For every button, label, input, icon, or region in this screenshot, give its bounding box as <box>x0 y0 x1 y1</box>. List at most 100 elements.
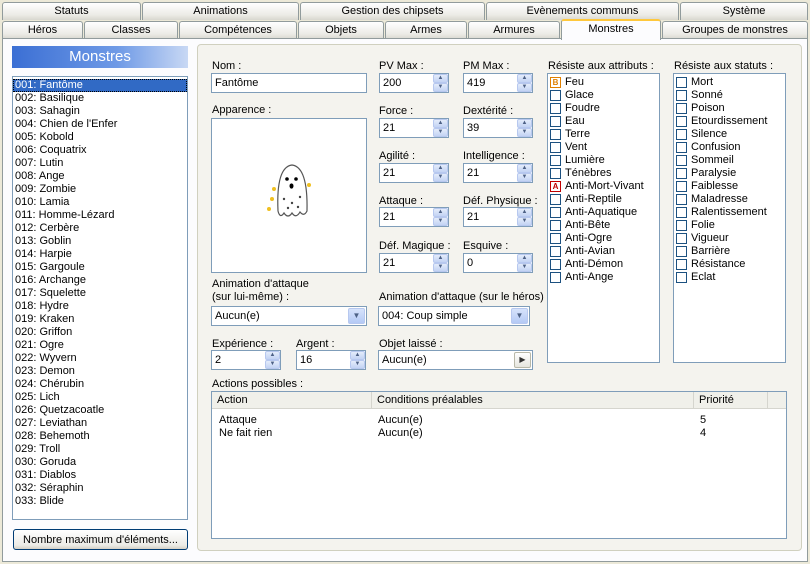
checkbox-icon[interactable] <box>676 194 687 205</box>
checkbox-icon[interactable] <box>676 90 687 101</box>
money-spinner[interactable]: 16 ▲ ▼ <box>296 350 366 370</box>
attributes-checklist[interactable]: B Feu Glace Foudre Eau Terre Vent Lumière Ténèbr… <box>547 73 660 363</box>
spin-up-icon[interactable]: ▲ <box>433 74 448 83</box>
list-item[interactable]: 002: Basilique <box>13 92 187 105</box>
attribute-item[interactable]: B Feu <box>548 76 659 89</box>
checkbox-icon[interactable] <box>676 116 687 127</box>
actions-table[interactable]: Action Conditions préalables Priorité At… <box>211 391 787 539</box>
spin-up-icon[interactable]: ▲ <box>517 164 532 173</box>
spin-up-icon[interactable]: ▲ <box>350 351 365 360</box>
attack-spinner[interactable]: 21 ▲ ▼ <box>379 207 449 227</box>
checkbox-icon[interactable] <box>676 272 687 283</box>
attribute-item[interactable]: Foudre <box>548 102 659 115</box>
chevron-down-icon[interactable]: ▼ <box>511 308 528 324</box>
spin-down-icon[interactable]: ▼ <box>265 360 280 369</box>
evasion-spinner[interactable]: 0 ▲ ▼ <box>463 253 533 273</box>
checkbox-icon[interactable] <box>676 142 687 153</box>
spin-up-icon[interactable]: ▲ <box>265 351 280 360</box>
list-item[interactable]: 025: Lich <box>13 391 187 404</box>
chevron-right-icon[interactable]: ▶ <box>514 352 531 368</box>
status-item[interactable]: Sonné <box>674 89 785 102</box>
list-item[interactable]: 031: Diablos <box>13 469 187 482</box>
list-item[interactable]: 032: Séraphin <box>13 482 187 495</box>
checkbox-icon[interactable] <box>550 116 561 127</box>
checkbox-icon[interactable] <box>550 194 561 205</box>
attribute-item[interactable]: Anti-Aquatique <box>548 206 659 219</box>
attribute-item[interactable]: Vent <box>548 141 659 154</box>
list-item[interactable]: 023: Demon <box>13 365 187 378</box>
status-item[interactable]: Sommeil <box>674 154 785 167</box>
list-item[interactable]: 009: Zombie <box>13 183 187 196</box>
spin-down-icon[interactable]: ▼ <box>517 128 532 137</box>
tab-heros[interactable]: Héros <box>2 21 83 39</box>
anim-self-dropdown[interactable]: Aucun(e) ▼ <box>211 306 367 326</box>
checkbox-icon[interactable] <box>676 259 687 270</box>
status-item[interactable]: Silence <box>674 128 785 141</box>
list-item[interactable]: 019: Kraken <box>13 313 187 326</box>
spin-down-icon[interactable]: ▼ <box>433 217 448 226</box>
spin-up-icon[interactable]: ▲ <box>433 119 448 128</box>
list-item[interactable]: 004: Chien de l'Enfer <box>13 118 187 131</box>
list-item[interactable]: 030: Goruda <box>13 456 187 469</box>
column-header-priority[interactable]: Priorité <box>694 392 768 409</box>
status-item[interactable]: Vigueur <box>674 232 785 245</box>
monster-list[interactable]: 001: Fantôme 002: Basilique 003: Sahagin 00… <box>12 76 188 520</box>
attribute-item[interactable]: Anti-Ogre <box>548 232 659 245</box>
name-field[interactable]: Fantôme <box>211 73 367 93</box>
dropped-item-field[interactable]: Aucun(e) ▶ <box>378 350 533 370</box>
spin-up-icon[interactable]: ▲ <box>517 74 532 83</box>
status-item[interactable]: Mort <box>674 76 785 89</box>
list-item[interactable]: 016: Archange <box>13 274 187 287</box>
spin-down-icon[interactable]: ▼ <box>433 173 448 182</box>
list-item[interactable]: 015: Gargoule <box>13 261 187 274</box>
list-item[interactable]: 027: Leviathan <box>13 417 187 430</box>
tab-groupes-monstres[interactable]: Groupes de monstres <box>662 21 808 39</box>
spin-down-icon[interactable]: ▼ <box>433 263 448 272</box>
attribute-item[interactable]: Eau <box>548 115 659 128</box>
checkbox-icon[interactable] <box>676 181 687 192</box>
list-item[interactable]: 006: Coquatrix <box>13 144 187 157</box>
tab-evenements-communs[interactable]: Evènements communs <box>486 2 679 20</box>
attribute-item[interactable]: Lumière <box>548 154 659 167</box>
checkbox-icon[interactable] <box>550 103 561 114</box>
spin-down-icon[interactable]: ▼ <box>517 217 532 226</box>
list-item[interactable]: 013: Goblin <box>13 235 187 248</box>
list-item[interactable]: 008: Ange <box>13 170 187 183</box>
list-item[interactable]: 021: Ogre <box>13 339 187 352</box>
list-item[interactable]: 020: Griffon <box>13 326 187 339</box>
intelligence-spinner[interactable]: 21 ▲ ▼ <box>463 163 533 183</box>
agility-spinner[interactable]: 21 ▲ ▼ <box>379 163 449 183</box>
spin-up-icon[interactable]: ▲ <box>517 254 532 263</box>
list-item[interactable]: 028: Behemoth <box>13 430 187 443</box>
chevron-down-icon[interactable]: ▼ <box>348 308 365 324</box>
checkbox-icon[interactable] <box>550 207 561 218</box>
list-item[interactable]: 012: Cerbère <box>13 222 187 235</box>
list-item[interactable]: 014: Harpie <box>13 248 187 261</box>
spin-down-icon[interactable]: ▼ <box>350 360 365 369</box>
tab-systeme[interactable]: Système <box>680 2 808 20</box>
list-item[interactable]: 017: Squelette <box>13 287 187 300</box>
attribute-item[interactable]: Ténèbres <box>548 167 659 180</box>
spin-down-icon[interactable]: ▼ <box>517 173 532 182</box>
spin-up-icon[interactable]: ▲ <box>433 164 448 173</box>
status-item[interactable]: Folie <box>674 219 785 232</box>
tab-objets[interactable]: Objets <box>298 21 384 39</box>
checkbox-icon[interactable] <box>676 77 687 88</box>
mag-defense-spinner[interactable]: 21 ▲ ▼ <box>379 253 449 273</box>
list-item[interactable]: 033: Blide <box>13 495 187 508</box>
attribute-item[interactable]: Anti-Bête <box>548 219 659 232</box>
max-elements-button[interactable]: Nombre maximum d'éléments... <box>13 529 188 550</box>
anim-hero-dropdown[interactable]: 004: Coup simple ▼ <box>378 306 530 326</box>
tab-classes[interactable]: Classes <box>84 21 178 39</box>
experience-spinner[interactable]: 2 ▲ ▼ <box>211 350 281 370</box>
tab-animations[interactable]: Animations <box>142 2 299 20</box>
status-item[interactable]: Ralentissement <box>674 206 785 219</box>
status-item[interactable]: Barrière <box>674 245 785 258</box>
attribute-item[interactable]: A Anti-Mort-Vivant <box>548 180 659 193</box>
list-item[interactable]: 005: Kobold <box>13 131 187 144</box>
list-item[interactable]: 010: Lamia <box>13 196 187 209</box>
checkbox-icon[interactable] <box>550 220 561 231</box>
attribute-item[interactable]: Terre <box>548 128 659 141</box>
status-item[interactable]: Confusion <box>674 141 785 154</box>
checkbox-icon[interactable] <box>550 233 561 244</box>
